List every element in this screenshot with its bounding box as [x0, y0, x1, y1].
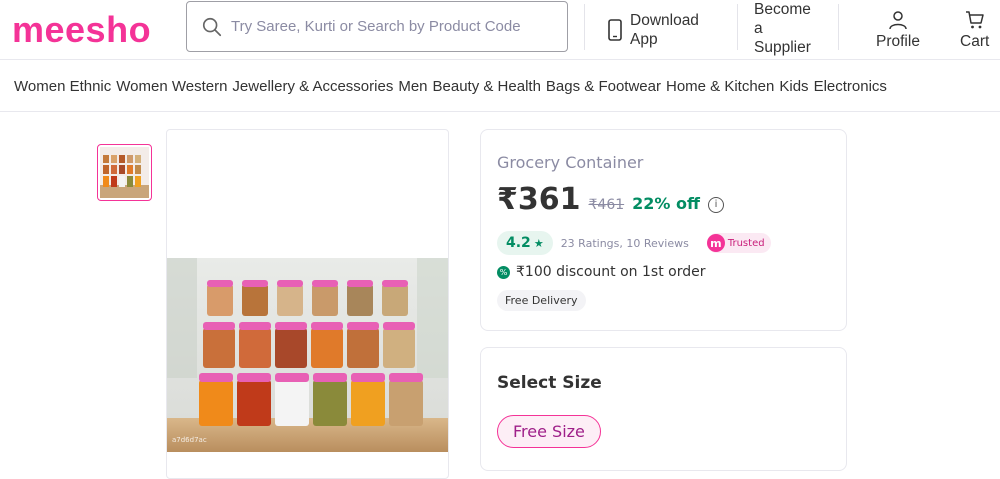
rating-value: 4.2 [506, 235, 531, 251]
discount-icon: % [497, 265, 510, 279]
price-row: ₹361 ₹461 22% off i [497, 182, 724, 217]
product-details-card: Grocery Container ₹361 ₹461 22% off i 4.… [480, 129, 847, 331]
meesho-m-icon: m [706, 234, 725, 252]
meesho-logo[interactable]: meesho [12, 9, 151, 51]
supplier-label-line3: Supplier [754, 38, 811, 56]
profile-button[interactable]: Profile [876, 0, 920, 60]
search-bar[interactable] [186, 1, 568, 52]
download-app-link[interactable]: Download App [608, 0, 699, 60]
category-beauty-health[interactable]: Beauty & Health [433, 78, 541, 95]
cart-button[interactable]: Cart [960, 0, 989, 60]
header-divider [737, 4, 738, 50]
rating-badge: 4.2 ★ [497, 231, 553, 255]
user-icon [889, 10, 907, 29]
category-men[interactable]: Men [398, 78, 427, 95]
category-kids[interactable]: Kids [779, 78, 808, 95]
select-size-title: Select Size [497, 373, 602, 393]
supplier-label-line2: a [754, 19, 763, 37]
phone-icon [608, 19, 622, 41]
product-image: a7d6d7ac [167, 258, 448, 452]
discount-label: 22% off [632, 194, 700, 213]
category-women-ethnic[interactable]: Women Ethnic [14, 78, 111, 95]
info-icon[interactable]: i [707, 196, 724, 213]
header-divider [584, 4, 585, 50]
product-mrp: ₹461 [588, 197, 625, 213]
product-price: ₹361 [497, 182, 581, 217]
thumbnail-image [100, 147, 149, 198]
category-jewellery[interactable]: Jewellery & Accessories [232, 78, 393, 95]
become-supplier-link[interactable]: Become a Supplier [754, 0, 824, 58]
trusted-label: Trusted [727, 237, 765, 249]
cart-icon [965, 10, 984, 28]
product-image-container[interactable]: a7d6d7ac [166, 129, 449, 479]
profile-label: Profile [876, 32, 920, 50]
product-title: Grocery Container [497, 153, 644, 172]
star-icon: ★ [533, 236, 544, 250]
top-header: meesho Download App Become a Supplier Pr… [0, 0, 1000, 60]
category-electronics[interactable]: Electronics [814, 78, 887, 95]
search-input[interactable] [231, 18, 551, 35]
image-code: a7d6d7ac [172, 436, 207, 444]
search-icon [202, 17, 222, 36]
header-divider [838, 4, 839, 50]
supplier-label-line1: Become [754, 0, 811, 18]
download-label-line2: App [630, 31, 658, 48]
category-home-kitchen[interactable]: Home & Kitchen [666, 78, 774, 95]
category-nav: Women Ethnic Women Western Jewellery & A… [0, 62, 1000, 112]
download-label-line1: Download [630, 12, 699, 29]
cart-label: Cart [960, 32, 990, 50]
trusted-badge: m Trusted [706, 233, 771, 253]
offer-text: ₹100 discount on 1st order [516, 264, 706, 280]
free-delivery-badge: Free Delivery [497, 290, 586, 311]
offer-row: % ₹100 discount on 1st order [497, 264, 705, 280]
rating-row: 4.2 ★ 23 Ratings, 10 Reviews m Trusted [497, 231, 771, 255]
category-bags-footwear[interactable]: Bags & Footwear [546, 78, 661, 95]
size-selector-card: Select Size Free Size [480, 347, 847, 471]
product-thumbnail[interactable] [97, 144, 152, 201]
size-option-free-size[interactable]: Free Size [497, 415, 601, 448]
category-women-western[interactable]: Women Western [116, 78, 227, 95]
rating-count[interactable]: 23 Ratings, 10 Reviews [561, 237, 689, 250]
